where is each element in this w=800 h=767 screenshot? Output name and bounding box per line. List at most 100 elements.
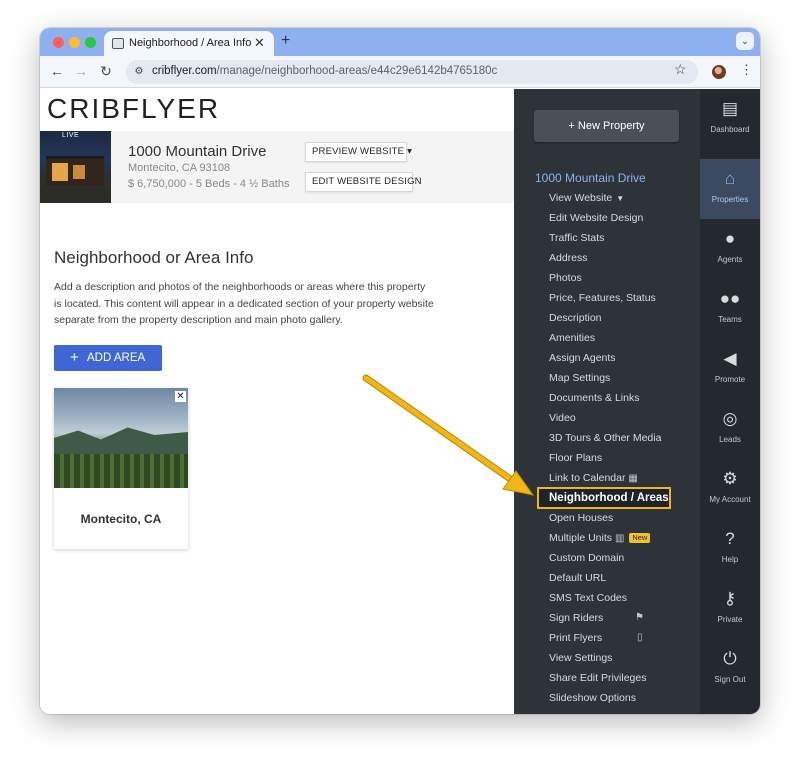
- menu-item-edit-website-design[interactable]: Edit Website Design: [549, 212, 643, 224]
- menu-item-sign-riders[interactable]: Sign Riders ⚑: [549, 612, 644, 624]
- profile-avatar[interactable]: [712, 65, 726, 79]
- zoom-window-button[interactable]: [85, 37, 96, 48]
- menu-item-address[interactable]: Address: [549, 252, 588, 264]
- tab-strip: Neighborhood / Area Info ✕ + ⌄: [40, 28, 760, 56]
- rail-item-promote[interactable]: ◀ Promote: [700, 339, 760, 399]
- caret-down-icon: ▾: [407, 146, 413, 157]
- site-settings-icon[interactable]: ⚙: [132, 65, 146, 79]
- agent-icon: ●: [724, 229, 736, 248]
- thumbnail-window: [73, 165, 85, 179]
- rail-label: Teams: [718, 315, 742, 324]
- preview-website-label: PREVIEW WEBSITE: [312, 146, 405, 157]
- caret-down-icon: ▼: [616, 194, 625, 203]
- rail-item-agents[interactable]: ● Agents: [700, 219, 760, 279]
- menu-item-link-to-calendar[interactable]: Link to Calendar ▦: [549, 472, 638, 484]
- browser-toolbar: ← → ↻ ⚙ cribflyer.com/manage/neighborhoo…: [40, 56, 760, 88]
- area-photo: [54, 388, 188, 488]
- properties-icon: ⌂: [724, 169, 736, 188]
- menu-item-price-features-status[interactable]: Price, Features, Status: [549, 292, 656, 304]
- area-title: Montecito, CA: [80, 512, 162, 526]
- rail-item-leads[interactable]: ◎ Leads: [700, 399, 760, 459]
- menu-item-neighborhood-areas[interactable]: Neighborhood / Areas: [537, 487, 671, 509]
- url-host: cribflyer.com: [152, 65, 217, 77]
- rail-item-dashboard[interactable]: ▤ Dashboard: [700, 89, 760, 149]
- menu-item-custom-domain[interactable]: Custom Domain: [549, 552, 624, 564]
- menu-item-3d-tours[interactable]: 3D Tours & Other Media: [549, 432, 661, 444]
- site-logo[interactable]: CRIBFLYER: [47, 93, 220, 125]
- minimize-window-button[interactable]: [69, 37, 80, 48]
- rail-item-help[interactable]: ? Help: [700, 519, 760, 579]
- menu-item-description[interactable]: Description: [549, 312, 602, 324]
- tab-favicon-icon: [112, 38, 124, 49]
- property-thumbnail[interactable]: LIVE: [40, 131, 111, 203]
- bookmark-star-icon[interactable]: ☆: [674, 61, 687, 78]
- thumbnail-window: [52, 163, 68, 181]
- new-property-button[interactable]: + New Property: [534, 110, 679, 142]
- rail-label: Dashboard: [710, 125, 750, 134]
- back-button[interactable]: ←: [49, 63, 65, 79]
- teams-icon: ●●: [719, 289, 741, 308]
- rail-item-sign-out[interactable]: ⏻ Sign Out: [700, 639, 760, 699]
- menu-property-title[interactable]: 1000 Mountain Drive: [535, 171, 646, 185]
- reload-button[interactable]: ↻: [98, 63, 114, 80]
- tab-close-icon[interactable]: ✕: [254, 35, 265, 51]
- tab-title: Neighborhood / Area Info: [129, 37, 252, 49]
- menu-item-traffic-stats[interactable]: Traffic Stats: [549, 232, 604, 244]
- url-text: cribflyer.com/manage/neighborhood-areas/…: [152, 65, 497, 77]
- menu-item-floor-plans[interactable]: Floor Plans: [549, 452, 602, 464]
- rail-label: My Account: [709, 495, 751, 504]
- rail-item-properties[interactable]: ⌂ Properties: [700, 159, 760, 219]
- browser-tab[interactable]: Neighborhood / Area Info ✕: [104, 31, 274, 56]
- menu-item-photos[interactable]: Photos: [549, 272, 582, 284]
- menu-item-label: View Website: [549, 192, 613, 204]
- menu-item-multiple-units[interactable]: Multiple Units ▥ New: [549, 532, 651, 544]
- tab-search-button[interactable]: ⌄: [736, 32, 754, 50]
- menu-item-view-website[interactable]: View Website ▼: [549, 192, 624, 204]
- menu-item-amenities[interactable]: Amenities: [549, 332, 595, 344]
- remove-area-icon[interactable]: ✕: [175, 391, 186, 402]
- browser-window: Neighborhood / Area Info ✕ + ⌄ ← → ↻ ⚙ c…: [40, 28, 760, 714]
- menu-item-assign-agents[interactable]: Assign Agents: [549, 352, 616, 364]
- forward-button[interactable]: →: [73, 63, 89, 79]
- menu-item-view-settings[interactable]: View Settings: [549, 652, 612, 664]
- menu-item-video[interactable]: Video: [549, 412, 576, 424]
- rail-label: Sign Out: [714, 675, 746, 684]
- new-tab-button[interactable]: +: [281, 32, 290, 50]
- megaphone-icon: ◀: [723, 349, 737, 368]
- menu-item-label: Print Flyers: [549, 632, 603, 644]
- area-card[interactable]: ✕ Montecito, CA: [54, 388, 188, 549]
- menu-item-default-url[interactable]: Default URL: [549, 572, 606, 584]
- page-title: Neighborhood or Area Info: [54, 248, 254, 267]
- menu-item-label: Link to Calendar: [549, 472, 626, 484]
- key-icon: ⚷: [723, 589, 737, 608]
- menu-item-map-settings[interactable]: Map Settings: [549, 372, 610, 384]
- rail-item-teams[interactable]: ●● Teams: [700, 279, 760, 339]
- rail-label: Leads: [719, 435, 741, 444]
- rail-label: Help: [721, 555, 739, 564]
- menu-item-label: Multiple Units: [549, 532, 613, 544]
- plus-icon: +: [70, 349, 79, 366]
- icon-rail: ▤ Dashboard ⌂ Properties ● Agents ●● Tea…: [700, 89, 760, 714]
- property-stats: $ 6,750,000 - 5 Beds - 4 ½ Baths: [128, 178, 290, 190]
- address-bar[interactable]: ⚙ cribflyer.com/manage/neighborhood-area…: [126, 60, 698, 84]
- rail-label: Promote: [714, 375, 746, 384]
- preview-website-button[interactable]: PREVIEW WEBSITE ▾: [305, 142, 412, 162]
- menu-item-share-edit-privileges[interactable]: Share Edit Privileges: [549, 672, 646, 684]
- pdf-icon: ▯: [637, 632, 643, 643]
- new-property-label: New Property: [577, 120, 645, 132]
- help-icon: ?: [725, 529, 735, 548]
- rail-label: Private: [717, 615, 743, 624]
- edit-website-design-button[interactable]: EDIT WEBSITE DESIGN: [305, 172, 422, 192]
- menu-item-sms-text-codes[interactable]: SMS Text Codes: [549, 592, 627, 604]
- menu-item-slideshow-options[interactable]: Slideshow Options: [549, 692, 636, 704]
- menu-item-print-flyers[interactable]: Print Flyers ▯: [549, 632, 643, 644]
- rail-label: Properties: [711, 195, 749, 204]
- close-window-button[interactable]: [53, 37, 64, 48]
- menu-item-open-houses[interactable]: Open Houses: [549, 512, 613, 524]
- web-page: CRIBFLYER LIVE 1000 Mountain Drive Monte…: [40, 89, 760, 714]
- browser-menu-icon[interactable]: ⋮: [740, 62, 753, 78]
- rail-item-my-account[interactable]: ⚙ My Account: [700, 459, 760, 519]
- rail-item-private[interactable]: ⚷ Private: [700, 579, 760, 639]
- menu-item-documents-links[interactable]: Documents & Links: [549, 392, 639, 404]
- add-area-button[interactable]: + ADD AREA: [54, 345, 162, 371]
